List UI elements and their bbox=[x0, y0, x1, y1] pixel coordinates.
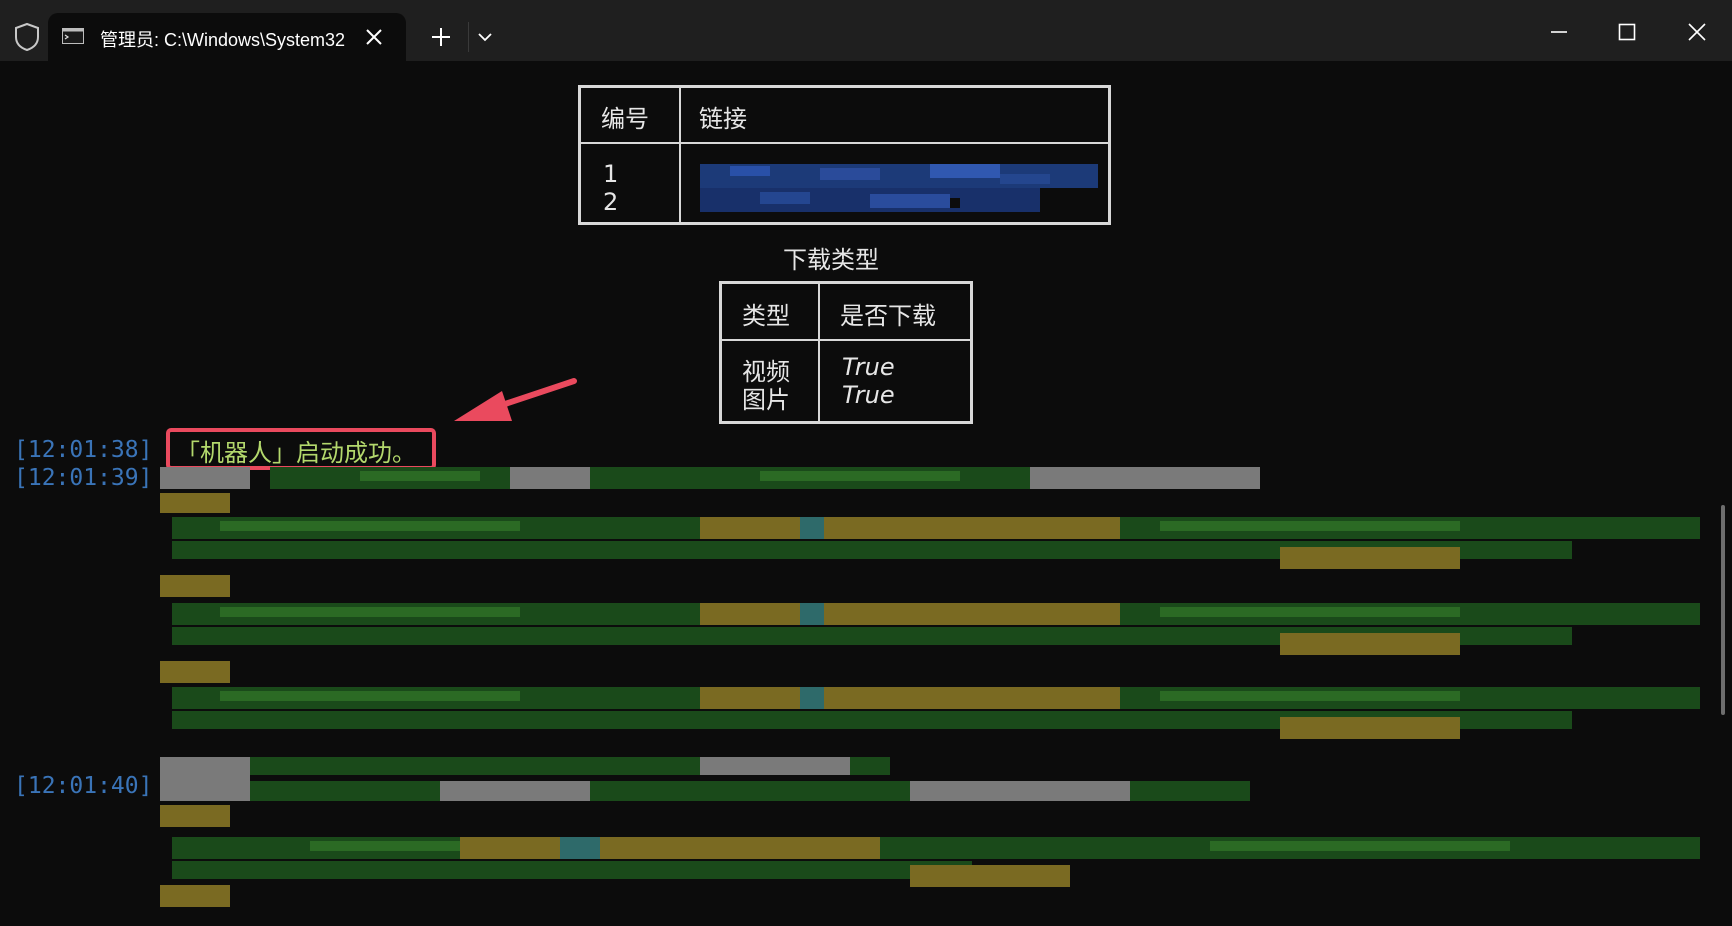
tab-divider bbox=[468, 22, 469, 52]
close-window-icon[interactable] bbox=[1686, 21, 1708, 43]
chevron-down-icon[interactable] bbox=[478, 31, 492, 43]
row-value-image: True bbox=[842, 381, 895, 409]
header-download: 是否下载 bbox=[840, 302, 936, 330]
header-type: 类型 bbox=[742, 302, 790, 330]
header-number: 编号 bbox=[601, 105, 649, 133]
annotation-arrow-icon bbox=[454, 378, 577, 421]
plus-icon[interactable] bbox=[430, 26, 452, 48]
terminal-icon bbox=[62, 28, 84, 44]
row-number-2: 2 bbox=[603, 188, 619, 216]
log-timestamp: [12:01:40] bbox=[14, 773, 153, 799]
log-message-success: 「机器人」启动成功。 bbox=[176, 439, 416, 467]
terminal-tab[interactable]: 管理员: C:\Windows\System32 bbox=[48, 13, 406, 61]
row-value-video: True bbox=[842, 353, 895, 381]
table-header-divider bbox=[581, 142, 1108, 144]
log-timestamp: [12:01:39] bbox=[14, 465, 153, 491]
download-caption: 下载类型 bbox=[783, 246, 879, 274]
table-column-divider bbox=[679, 88, 681, 222]
shield-icon bbox=[15, 22, 39, 52]
redacted-links bbox=[700, 164, 1098, 212]
table-column-divider bbox=[818, 284, 820, 421]
row-type-image: 图片 bbox=[742, 386, 790, 414]
minimize-icon[interactable] bbox=[1548, 21, 1570, 43]
redacted-log-output bbox=[160, 467, 1700, 907]
tab-title: 管理员: C:\Windows\System32 bbox=[100, 30, 346, 50]
scrollbar[interactable] bbox=[1721, 505, 1725, 715]
title-bar: 管理员: C:\Windows\System32 bbox=[0, 0, 1732, 61]
row-number-1: 1 bbox=[603, 160, 619, 188]
maximize-icon[interactable] bbox=[1616, 21, 1638, 43]
download-table: 类型 是否下载 视频 图片 True True bbox=[719, 281, 973, 424]
header-link: 链接 bbox=[699, 105, 747, 133]
links-table: 编号 链接 1 2 bbox=[578, 85, 1111, 225]
close-icon[interactable] bbox=[364, 27, 384, 47]
table-header-divider bbox=[722, 339, 970, 341]
log-timestamp: [12:01:38] bbox=[14, 437, 153, 463]
